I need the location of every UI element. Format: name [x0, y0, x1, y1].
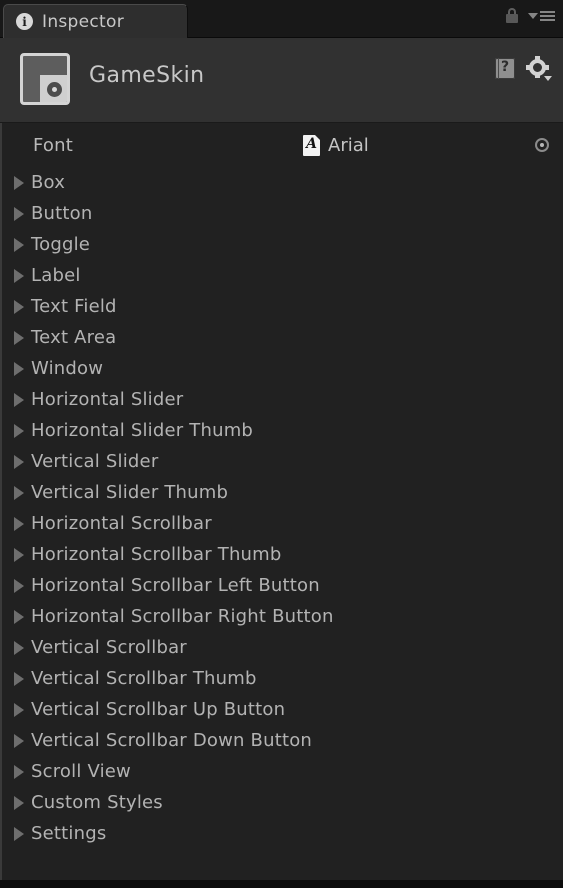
- style-foldout-row[interactable]: Horizontal Scrollbar Right Button: [2, 601, 563, 632]
- style-row-label: Horizontal Slider: [31, 389, 184, 410]
- style-row-label: Horizontal Scrollbar Thumb: [31, 544, 282, 565]
- style-foldout-row[interactable]: Vertical Scrollbar Thumb: [2, 663, 563, 694]
- chevron-right-icon[interactable]: [14, 516, 24, 531]
- hamburger-icon: [540, 11, 555, 21]
- style-foldout-row[interactable]: Text Field: [2, 291, 563, 322]
- page-title: GameSkin: [89, 63, 205, 88]
- style-row-label: Button: [31, 203, 93, 224]
- inspector-body: Font Arial Box Button Toggle Label Text Fiel…: [0, 123, 563, 880]
- chevron-right-icon[interactable]: [14, 175, 24, 190]
- style-list: Box Button Toggle Label Text Field Text Area W…: [2, 167, 563, 849]
- font-value: Arial: [328, 134, 369, 156]
- chevron-right-icon[interactable]: [14, 671, 24, 686]
- chevron-right-icon[interactable]: [14, 578, 24, 593]
- style-row-label: Text Field: [31, 296, 117, 317]
- style-row-label: Label: [31, 265, 81, 286]
- font-property-row: Font Arial: [2, 123, 563, 167]
- style-foldout-row[interactable]: Button: [2, 198, 563, 229]
- style-row-label: Horizontal Scrollbar Left Button: [31, 575, 320, 596]
- style-row-label: Text Area: [31, 327, 117, 348]
- object-picker-icon[interactable]: [535, 138, 549, 152]
- chevron-right-icon[interactable]: [14, 640, 24, 655]
- chevron-right-icon[interactable]: [14, 268, 24, 283]
- gear-tooth: [544, 65, 549, 70]
- chevron-right-icon[interactable]: [14, 702, 24, 717]
- tab-inspector-label: Inspector: [42, 11, 124, 32]
- style-row-label: Horizontal Scrollbar: [31, 513, 212, 534]
- dropdown-menu-icon[interactable]: [528, 11, 555, 21]
- chevron-right-icon[interactable]: [14, 454, 24, 469]
- chevron-right-icon[interactable]: [14, 485, 24, 500]
- style-foldout-row[interactable]: Vertical Scrollbar Up Button: [2, 694, 563, 725]
- style-foldout-row[interactable]: Scroll View: [2, 756, 563, 787]
- style-foldout-row[interactable]: Vertical Slider: [2, 446, 563, 477]
- style-row-label: Vertical Slider Thumb: [31, 482, 229, 503]
- chevron-down-icon: [528, 13, 538, 19]
- chevron-right-icon[interactable]: [14, 361, 24, 376]
- style-row-label: Window: [31, 358, 104, 379]
- font-object-field[interactable]: Arial: [303, 134, 369, 156]
- style-foldout-row[interactable]: Label: [2, 260, 563, 291]
- style-row-label: Horizontal Slider Thumb: [31, 420, 254, 441]
- style-foldout-row[interactable]: Horizontal Scrollbar Left Button: [2, 570, 563, 601]
- chevron-right-icon[interactable]: [14, 392, 24, 407]
- style-foldout-row[interactable]: Box: [2, 167, 563, 198]
- gear-tooth: [535, 56, 540, 61]
- style-foldout-row[interactable]: Settings: [2, 818, 563, 849]
- style-row-label: Vertical Scrollbar Thumb: [31, 668, 257, 689]
- gui-skin-asset-icon: [20, 53, 70, 105]
- chevron-right-icon[interactable]: [14, 764, 24, 779]
- lock-body: [506, 14, 518, 23]
- font-label: Font: [33, 134, 73, 156]
- chevron-right-icon[interactable]: [14, 206, 24, 221]
- help-book-icon[interactable]: [495, 58, 515, 79]
- chevron-right-icon[interactable]: [14, 299, 24, 314]
- chevron-right-icon[interactable]: [14, 795, 24, 810]
- style-foldout-row[interactable]: Horizontal Scrollbar: [2, 508, 563, 539]
- info-circle-icon: i: [16, 13, 33, 30]
- asset-icon-badge: [47, 82, 62, 97]
- gear-preset-icon[interactable]: [526, 56, 552, 82]
- chevron-down-icon: [544, 76, 552, 81]
- chevron-right-icon[interactable]: [14, 826, 24, 841]
- inspector-window: i Inspector GameSkin ? Font A Arial Box …: [0, 0, 563, 888]
- gear-tooth: [535, 73, 540, 78]
- style-foldout-row[interactable]: Text Area: [2, 322, 563, 353]
- style-row-label: Vertical Slider: [31, 451, 159, 472]
- style-foldout-row[interactable]: Horizontal Scrollbar Thumb: [2, 539, 563, 570]
- chevron-right-icon[interactable]: [14, 423, 24, 438]
- chevron-right-icon[interactable]: [14, 237, 24, 252]
- style-foldout-row[interactable]: Vertical Scrollbar Down Button: [2, 725, 563, 756]
- style-row-label: Vertical Scrollbar Down Button: [31, 730, 313, 751]
- style-row-label: Toggle: [31, 234, 91, 255]
- tab-strip: i Inspector: [0, 0, 563, 38]
- chevron-right-icon[interactable]: [14, 547, 24, 562]
- style-row-label: Vertical Scrollbar: [31, 637, 187, 658]
- style-row-label: Custom Styles: [31, 792, 163, 813]
- style-row-label: Settings: [31, 823, 107, 844]
- chevron-right-icon[interactable]: [14, 330, 24, 345]
- chevron-right-icon[interactable]: [14, 733, 24, 748]
- lock-icon[interactable]: [505, 8, 519, 24]
- chevron-right-icon[interactable]: [14, 609, 24, 624]
- style-foldout-row[interactable]: Horizontal Slider: [2, 384, 563, 415]
- style-foldout-row[interactable]: Custom Styles: [2, 787, 563, 818]
- style-row-label: Box: [31, 172, 66, 193]
- window-footer: [0, 880, 563, 888]
- style-foldout-row[interactable]: Vertical Slider Thumb: [2, 477, 563, 508]
- style-foldout-row[interactable]: Window: [2, 353, 563, 384]
- style-foldout-row[interactable]: Toggle: [2, 229, 563, 260]
- style-foldout-row[interactable]: Horizontal Slider Thumb: [2, 415, 563, 446]
- font-file-icon: [303, 134, 320, 156]
- asset-header-controls: [495, 56, 552, 82]
- gear-tooth: [526, 65, 531, 70]
- tab-strip-controls: [505, 8, 555, 24]
- style-row-label: Horizontal Scrollbar Right Button: [31, 606, 334, 627]
- asset-header: GameSkin: [0, 38, 563, 123]
- style-row-label: Vertical Scrollbar Up Button: [31, 699, 286, 720]
- style-row-label: Scroll View: [31, 761, 131, 782]
- tab-inspector[interactable]: i Inspector: [3, 4, 188, 38]
- style-foldout-row[interactable]: Vertical Scrollbar: [2, 632, 563, 663]
